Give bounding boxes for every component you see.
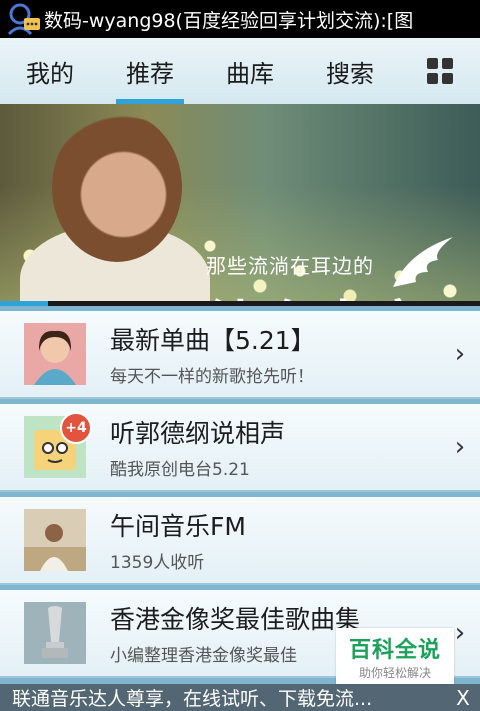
watermark-subtitle: 助你轻松解决 [358,666,431,680]
item-subtitle: 每天不一样的新歌抢先听！ [110,367,314,387]
ad-close-button[interactable]: X [446,686,480,710]
notification-title: 数码-wyang98(百度经验回享计划交流):[图 [44,9,414,32]
item-subtitle: 酷我原创电台5.21 [110,460,250,480]
banner-indicator-active [0,301,48,306]
status-bar: 数码-wyang98(百度经验回享计划交流):[图 [0,0,480,38]
tab-recommend[interactable]: 推荐 [100,38,200,104]
top-tab-bar: 我的 推荐 曲库 搜索 [0,38,480,105]
banner-indicator [0,301,480,306]
tab-mine[interactable]: 我的 [0,38,100,104]
chat-bubble-person-icon [0,0,44,38]
tab-library[interactable]: 曲库 [200,38,300,104]
watermark-logo: 百科全说 助你轻松解决 [336,628,454,684]
item-title: 午间音乐FM [110,512,246,541]
tab-search[interactable]: 搜索 [300,38,400,104]
ad-text[interactable]: 联通音乐达人尊享，在线试听、下载免流... [0,684,446,711]
list-item[interactable]: 最新单曲【5.21】 每天不一样的新歌抢先听！ › [0,311,480,399]
banner-photo-woman [52,112,182,262]
item-thumbnail-photo [24,509,86,571]
grid-icon [427,58,453,84]
watermark-title: 百科全说 [348,638,441,663]
list-item[interactable]: +4 听郭德纲说相声 酷我原创电台5.21 › [0,404,480,492]
list-item[interactable]: 午间音乐FM 1359人收听 [0,497,480,585]
item-thumbnail-cartoon: +4 [24,412,92,478]
promo-banner[interactable]: 那些流淌在耳边的 纯净声音 [0,104,480,306]
chevron-right-icon: › [454,432,466,462]
item-subtitle: 1359人收听 [110,553,205,573]
item-thumbnail-trophy [24,602,86,664]
wing-icon [393,237,453,287]
chevron-right-icon: › [454,339,466,369]
grid-menu-button[interactable] [400,38,480,104]
ad-banner[interactable]: 联通音乐达人尊享，在线试听、下载免流... X [0,684,480,711]
item-title: 最新单曲【5.21】 [110,326,316,355]
item-badge: +4 [60,412,92,444]
banner-line1: 那些流淌在耳边的 [206,254,374,278]
item-title: 听郭德纲说相声 [110,419,286,448]
item-thumbnail-singer [24,323,86,385]
